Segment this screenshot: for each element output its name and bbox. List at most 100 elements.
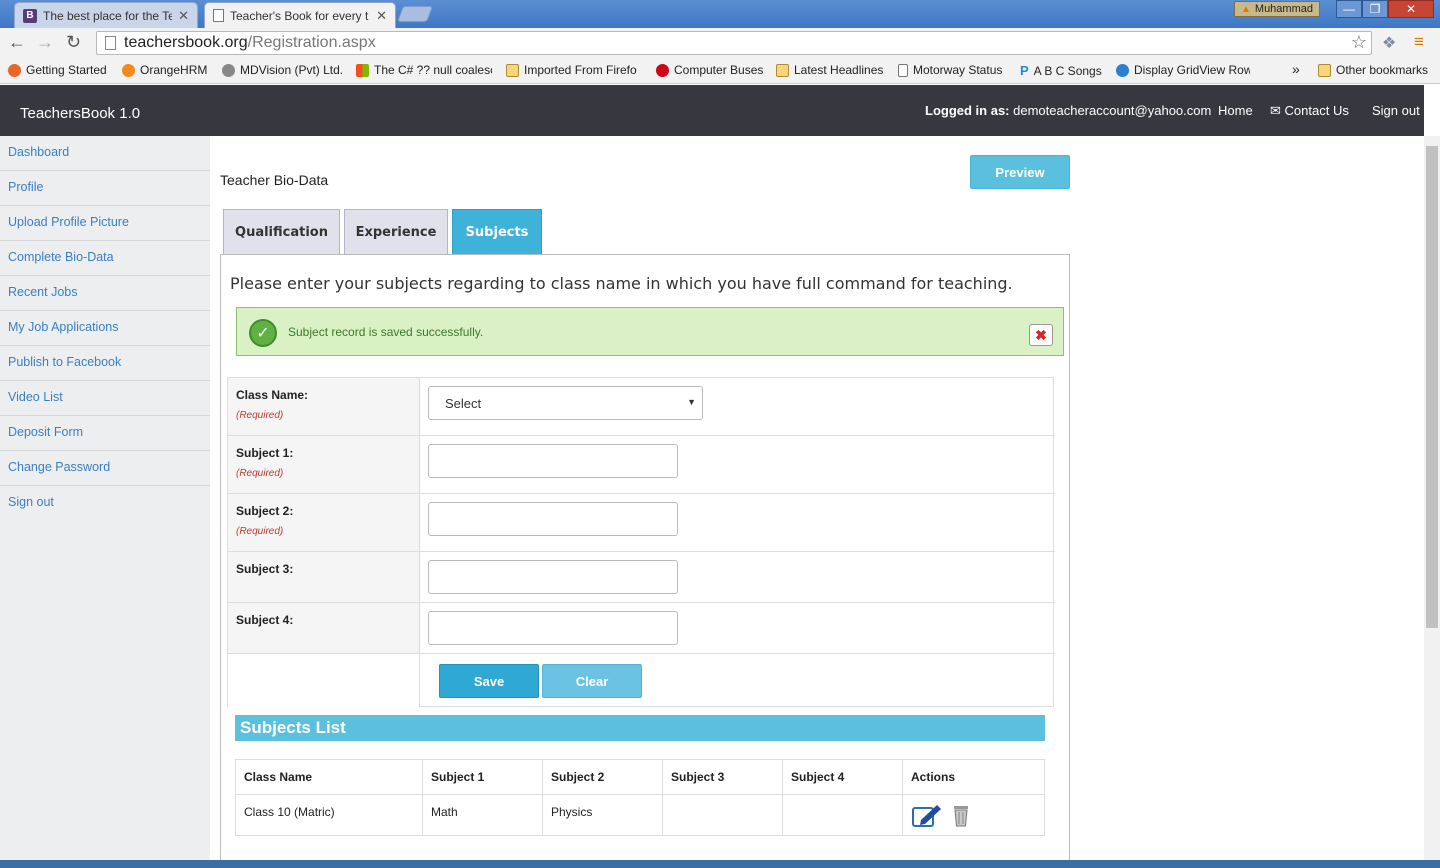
warning-icon: ▲ bbox=[1241, 3, 1251, 15]
folder-icon bbox=[506, 63, 519, 77]
bookmark-item[interactable]: PA B C Songs bbox=[1020, 63, 1102, 78]
brand[interactable]: TeachersBook 1.0 bbox=[20, 105, 140, 122]
bookmarks-overflow[interactable]: » bbox=[1292, 61, 1300, 77]
page-favicon-icon bbox=[213, 9, 224, 22]
new-tab-button[interactable] bbox=[397, 6, 433, 22]
subject1-input[interactable] bbox=[428, 444, 678, 478]
subject1-label: Subject 1: bbox=[236, 446, 294, 460]
dropbox-icon[interactable]: ❖ bbox=[1382, 33, 1396, 53]
sidebar-item-dashboard[interactable]: Dashboard bbox=[0, 136, 210, 171]
trash-icon[interactable] bbox=[950, 804, 972, 828]
table-header-subject4: Subject 4 bbox=[783, 760, 903, 795]
profile-name: Muhammad bbox=[1254, 3, 1313, 15]
empty-cell bbox=[228, 654, 420, 707]
close-alert-button[interactable]: ✖ bbox=[1029, 324, 1053, 346]
question-icon bbox=[656, 63, 669, 77]
bookmark-star-icon[interactable]: ☆ bbox=[1351, 32, 1367, 53]
site-navbar: TeachersBook 1.0 Logged in as: demoteach… bbox=[0, 85, 1424, 136]
sidebar-item-signout[interactable]: Sign out bbox=[0, 486, 210, 521]
sidebar-item-upload-picture[interactable]: Upload Profile Picture bbox=[0, 206, 210, 241]
sidebar-item-deposit-form[interactable]: Deposit Form bbox=[0, 416, 210, 451]
bookmark-item[interactable]: Motorway Status bbox=[898, 63, 1002, 77]
firefox-icon bbox=[8, 63, 21, 77]
bookmark-folder[interactable]: Imported From Firefo bbox=[506, 63, 637, 77]
envelope-icon: ✉ bbox=[1270, 103, 1281, 118]
reload-icon[interactable]: ↻ bbox=[66, 32, 81, 53]
table-cell: Math bbox=[423, 795, 543, 836]
label-cell: Subject 3: bbox=[228, 552, 420, 602]
page-title: Teacher Bio-Data bbox=[220, 172, 329, 188]
sidebar-item-recent-jobs[interactable]: Recent Jobs bbox=[0, 276, 210, 311]
preview-button[interactable]: Preview bbox=[970, 155, 1070, 189]
subject4-input[interactable] bbox=[428, 611, 678, 645]
back-arrow-icon[interactable]: ← bbox=[8, 32, 26, 53]
asp-icon bbox=[1116, 63, 1129, 77]
subject2-label: Subject 2: bbox=[236, 504, 294, 518]
sidebar-item-video-list[interactable]: Video List bbox=[0, 381, 210, 416]
sidebar-item-facebook[interactable]: Publish to Facebook bbox=[0, 346, 210, 381]
subject3-input[interactable] bbox=[428, 560, 678, 594]
address-bar[interactable]: teachersbook.org/Registration.aspx ☆ bbox=[96, 31, 1372, 55]
label-cell: Subject 2: (Required) bbox=[228, 494, 420, 551]
browser-tab-2[interactable]: Teacher's Book for every t ✕ bbox=[204, 2, 396, 28]
sidebar-item-profile[interactable]: Profile bbox=[0, 171, 210, 206]
tab-experience[interactable]: Experience bbox=[344, 209, 448, 255]
bookmark-item[interactable]: Display GridView Row bbox=[1116, 63, 1250, 77]
menu-icon[interactable]: ≡ bbox=[1414, 32, 1424, 52]
check-icon: ✓ bbox=[249, 319, 277, 347]
nav-contact[interactable]: ✉ Contact Us bbox=[1270, 103, 1349, 119]
windows-icon bbox=[356, 63, 369, 77]
table-cell: Physics bbox=[543, 795, 663, 836]
label-cell: Class Name: (Required) bbox=[228, 378, 420, 435]
sidebar-item-job-applications[interactable]: My Job Applications bbox=[0, 311, 210, 346]
nav-signout[interactable]: Sign out bbox=[1372, 103, 1420, 118]
table-cell bbox=[663, 795, 783, 836]
class-name-select[interactable]: Select ▼ bbox=[428, 386, 703, 420]
bookmark-item[interactable]: OrangeHRM bbox=[122, 63, 207, 77]
sidebar-item-change-password[interactable]: Change Password bbox=[0, 451, 210, 486]
bookmark-folder[interactable]: Latest Headlines bbox=[776, 63, 883, 77]
tab-subjects[interactable]: Subjects bbox=[452, 209, 542, 255]
table-cell: Class 10 (Matric) bbox=[236, 795, 423, 836]
bookmark-item[interactable]: The C# ?? null coalesc bbox=[356, 63, 492, 77]
other-bookmarks[interactable]: Other bookmarks bbox=[1318, 63, 1428, 77]
close-tab-icon[interactable]: ✕ bbox=[376, 8, 387, 24]
close-tab-icon[interactable]: ✕ bbox=[178, 8, 189, 24]
clear-button[interactable]: Clear bbox=[542, 664, 642, 698]
table-header-actions: Actions bbox=[903, 760, 1044, 795]
scrollbar-thumb[interactable] bbox=[1426, 146, 1438, 628]
table-header-class: Class Name bbox=[236, 760, 423, 795]
alert-message: Subject record is saved successfully. bbox=[288, 325, 484, 339]
browser-tab-1[interactable]: B The best place for the Tea ✕ bbox=[14, 2, 198, 28]
url-host: teachersbook.org bbox=[124, 34, 248, 51]
subjects-list-title: Subjects List bbox=[235, 715, 1045, 741]
save-button[interactable]: Save bbox=[439, 664, 539, 698]
os-taskbar bbox=[0, 860, 1440, 868]
maximize-button[interactable]: ❐ bbox=[1362, 0, 1388, 18]
profile-badge[interactable]: ▲ Muhammad bbox=[1234, 1, 1320, 17]
table-cell bbox=[783, 795, 903, 836]
forward-arrow-icon[interactable]: → bbox=[36, 32, 54, 53]
intro-text: Please enter your subjects regarding to … bbox=[230, 274, 1013, 293]
form-row-subject2: Subject 2: (Required) bbox=[228, 494, 1055, 552]
bookmark-item[interactable]: Getting Started bbox=[8, 63, 107, 77]
bookmark-item[interactable]: Computer Buses bbox=[656, 63, 763, 77]
mdvision-icon bbox=[222, 63, 235, 77]
success-alert: ✓ Subject record is saved successfully. … bbox=[236, 307, 1064, 356]
close-window-button[interactable]: ✕ bbox=[1388, 0, 1434, 18]
label-cell: Subject 4: bbox=[228, 603, 420, 653]
page-icon bbox=[105, 36, 116, 50]
table-header-subject3: Subject 3 bbox=[663, 760, 783, 795]
edit-icon[interactable] bbox=[911, 803, 943, 829]
tab-qualification[interactable]: Qualification bbox=[223, 209, 340, 255]
bookmark-item[interactable]: MDVision (Pvt) Ltd. bbox=[222, 63, 343, 77]
bootstrap-favicon-icon: B bbox=[23, 8, 37, 23]
tab-title: The best place for the Tea bbox=[43, 8, 173, 23]
table-header-subject1: Subject 1 bbox=[423, 760, 543, 795]
sidebar: Dashboard Profile Upload Profile Picture… bbox=[0, 136, 210, 868]
sidebar-item-bio-data[interactable]: Complete Bio-Data bbox=[0, 241, 210, 276]
subject2-input[interactable] bbox=[428, 502, 678, 536]
nav-home[interactable]: Home bbox=[1218, 103, 1253, 118]
page-icon bbox=[898, 63, 908, 77]
minimize-button[interactable]: — bbox=[1336, 0, 1362, 18]
